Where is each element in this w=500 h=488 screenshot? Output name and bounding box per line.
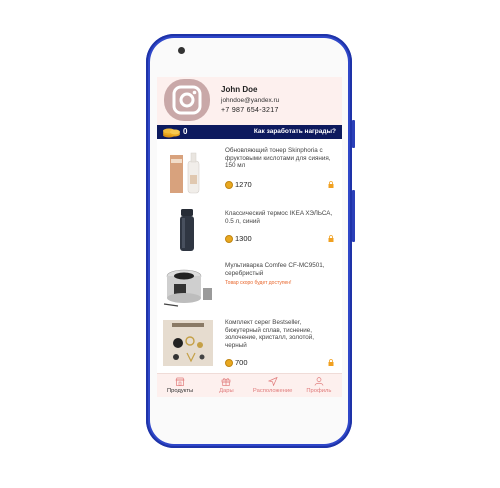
rewards-count: 0 bbox=[183, 127, 188, 136]
coin-icon bbox=[225, 358, 233, 367]
tab-label: Дары bbox=[219, 388, 234, 394]
lock-icon bbox=[328, 181, 334, 188]
toner-product-image bbox=[170, 152, 200, 194]
app-screen: John Doe johndoe@yandex.ru +7 987 654-32… bbox=[157, 77, 342, 397]
profile-icon bbox=[314, 377, 324, 386]
tab-label: Профиль bbox=[306, 388, 332, 394]
coin-icon bbox=[225, 180, 233, 189]
product-price-value: 1270 bbox=[235, 180, 252, 189]
tab-products[interactable]: Продукты bbox=[157, 374, 203, 397]
rewards-bar: 0 Как заработать награды? bbox=[157, 125, 342, 139]
tab-profile[interactable]: Профиль bbox=[296, 374, 342, 397]
profile-phone: +7 987 654-3217 bbox=[221, 107, 279, 114]
product-title: Классический термос IKEA ХЭЛЬСА, 0.5 л, … bbox=[225, 210, 333, 225]
lock-icon bbox=[328, 235, 334, 242]
tab-gifts[interactable]: Дары bbox=[203, 374, 249, 397]
product-price-value: 1300 bbox=[235, 234, 252, 243]
product-card[interactable]: Классический термос IKEA ХЭЛЬСА, 0.5 л, … bbox=[157, 200, 342, 256]
shop-icon bbox=[175, 377, 185, 386]
tab-location[interactable]: Расположение bbox=[250, 374, 296, 397]
coins-icon bbox=[163, 128, 180, 138]
profile-email: johndoe@yandex.ru bbox=[221, 97, 280, 104]
front-camera bbox=[178, 47, 185, 54]
gift-icon bbox=[222, 378, 231, 386]
product-title: Обновляющий тонер Skinphoria с фруктовым… bbox=[225, 147, 331, 170]
product-title: Комплект серег Bestseller, бижутерный сп… bbox=[225, 319, 315, 349]
how-to-earn-link[interactable]: Как заработать награды? bbox=[254, 128, 336, 135]
tab-label: Продукты bbox=[167, 388, 194, 394]
avatar[interactable] bbox=[164, 79, 210, 121]
product-price: 1300 bbox=[225, 234, 252, 243]
product-card[interactable]: Мультиварка Comfee CF-MC9501, серебристы… bbox=[157, 256, 342, 312]
product-price: 1270 bbox=[225, 180, 252, 189]
tab-label: Расположение bbox=[252, 388, 293, 394]
profile-header: John Doe johndoe@yandex.ru +7 987 654-32… bbox=[157, 77, 342, 125]
profile-name: John Doe bbox=[221, 85, 258, 94]
location-arrow-icon bbox=[267, 377, 278, 386]
thermos-product-image bbox=[180, 209, 194, 251]
product-card[interactable]: Обновляющий тонер Skinphoria с фруктовым… bbox=[157, 143, 342, 199]
instagram-icon bbox=[172, 85, 202, 115]
bottom-tab-bar: Продукты Дары Расположение Профиль bbox=[157, 373, 342, 397]
lock-icon bbox=[328, 359, 334, 366]
availability-note: Товар скоро будет доступен! bbox=[225, 280, 292, 286]
product-price-value: 700 bbox=[235, 358, 248, 367]
volume-button bbox=[352, 190, 355, 242]
product-card[interactable]: Комплект серег Bestseller, бижутерный сп… bbox=[157, 313, 342, 371]
multicooker-product-image bbox=[163, 269, 212, 307]
earrings-product-image bbox=[163, 320, 213, 366]
product-price: 700 bbox=[225, 358, 248, 367]
product-title: Мультиварка Comfee CF-MC9501, серебристы… bbox=[225, 262, 325, 277]
coin-icon bbox=[225, 234, 233, 243]
power-button bbox=[352, 120, 355, 148]
